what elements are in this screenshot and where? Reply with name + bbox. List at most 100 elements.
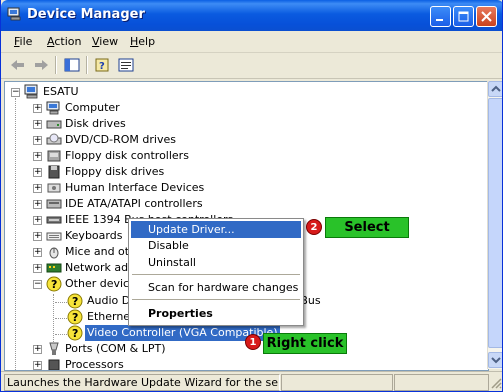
tree-guide-line — [53, 294, 54, 342]
window-title: Device Manager — [27, 7, 145, 22]
expand-toggle-icon[interactable]: + — [33, 168, 42, 177]
menu-item-label: Scan for hardware changes — [148, 281, 299, 294]
status-bar: Launches the Hardware Update Wizard for … — [1, 371, 502, 391]
show-hide-console-tree-icon[interactable] — [62, 56, 82, 74]
vertical-scrollbar[interactable] — [487, 81, 502, 369]
cdrom-icon — [46, 133, 62, 145]
svg-text:?: ? — [72, 327, 78, 340]
menu-item-update-driver[interactable]: Update Driver... — [131, 221, 301, 238]
menu-help[interactable]: Help — [130, 35, 155, 48]
tree-root-label: ESATU — [43, 85, 79, 98]
warning-device-icon: ? — [67, 309, 83, 325]
forward-arrow-icon[interactable] — [31, 56, 51, 74]
svg-text:?: ? — [72, 295, 78, 308]
menu-separator — [132, 274, 300, 275]
back-arrow-icon[interactable] — [8, 56, 28, 74]
port-icon — [49, 342, 59, 355]
status-cell — [394, 374, 489, 391]
scroll-thumb[interactable] — [488, 98, 502, 348]
expand-toggle-icon[interactable]: + — [33, 345, 42, 354]
tree-item-label: Processors — [65, 358, 124, 371]
tree-item-label: DVD/CD-ROM drives — [65, 133, 176, 146]
processor-icon — [48, 359, 60, 370]
menu-item-label: Update Driver... — [148, 223, 235, 236]
step-2-badge: 2 — [306, 219, 322, 235]
expand-toggle-icon[interactable]: + — [33, 184, 42, 193]
computer-icon — [24, 84, 38, 99]
svg-text:?: ? — [72, 311, 78, 324]
toolbar: ? — [1, 53, 502, 79]
properties-help-icon[interactable]: ? — [93, 56, 113, 74]
expand-toggle-icon[interactable]: + — [33, 248, 42, 257]
step-1-badge: 1 — [245, 334, 261, 350]
expand-toggle-icon[interactable]: + — [33, 104, 42, 113]
menu-bar: File Action View Help — [1, 31, 502, 53]
expand-toggle-icon[interactable]: + — [33, 200, 42, 209]
menu-item-label: Properties — [148, 307, 213, 320]
title-bar[interactable]: Device Manager — [1, 0, 502, 31]
menu-item-label: Disable — [148, 239, 189, 252]
status-text: Launches the Hardware Update Wizard for … — [4, 374, 280, 391]
menu-view[interactable]: View — [92, 35, 118, 48]
keyboard-icon — [46, 232, 62, 241]
warning-device-icon: ? — [67, 293, 83, 309]
expand-toggle-icon[interactable]: + — [33, 264, 42, 273]
menu-item-uninstall[interactable]: Uninstall — [131, 254, 301, 271]
tree-item-label: Human Interface Devices — [65, 181, 205, 194]
expand-toggle-icon[interactable]: + — [33, 216, 42, 225]
maximize-icon — [458, 11, 469, 22]
menu-item-properties[interactable]: Properties — [131, 305, 301, 322]
resize-grip-icon[interactable] — [490, 377, 502, 389]
menu-separator — [132, 299, 300, 300]
expand-toggle-icon[interactable]: + — [33, 232, 42, 241]
collapse-toggle-icon[interactable]: − — [33, 280, 42, 289]
menu-item-scan-hardware[interactable]: Scan for hardware changes — [131, 279, 301, 296]
device-manager-icon — [7, 7, 21, 21]
right-click-callout: Right click — [263, 333, 347, 354]
close-icon — [481, 11, 492, 22]
scroll-up-button[interactable] — [488, 81, 502, 97]
expand-toggle-icon[interactable]: + — [33, 120, 42, 129]
tree-item-label: Floppy disk controllers — [65, 149, 189, 162]
toolbar-separator — [55, 56, 57, 74]
chevron-down-icon — [491, 357, 501, 364]
expand-toggle-icon[interactable]: + — [33, 152, 42, 161]
tree-item-label: Computer — [65, 101, 120, 114]
ide-icon — [46, 199, 62, 209]
chevron-up-icon — [491, 85, 501, 92]
tree-guide-line — [55, 302, 67, 303]
svg-text:?: ? — [51, 278, 57, 291]
other-devices-icon: ? — [46, 276, 62, 292]
collapse-toggle-icon[interactable]: − — [11, 88, 20, 97]
minimize-button[interactable] — [430, 6, 451, 27]
menu-action[interactable]: Action — [47, 35, 81, 48]
ieee1394-icon — [46, 216, 62, 224]
status-cell — [281, 374, 393, 391]
hid-icon — [47, 183, 61, 193]
minimize-icon — [436, 19, 443, 21]
scroll-down-button[interactable] — [488, 352, 502, 368]
floppy-controller-icon — [47, 150, 61, 162]
properties-icon[interactable] — [116, 56, 136, 74]
tree-item-label: IDE ATA/ATAPI controllers — [65, 197, 203, 210]
floppy-icon — [48, 165, 60, 179]
tree-guide-line — [55, 334, 67, 335]
maximize-button[interactable] — [453, 6, 474, 27]
mouse-icon — [49, 247, 59, 259]
computer-icon — [46, 101, 60, 115]
toolbar-separator — [86, 56, 88, 74]
menu-item-disable[interactable]: Disable — [131, 237, 301, 254]
tree-item-label: Ports (COM & LPT) — [65, 342, 166, 355]
tree-guide-line — [55, 318, 67, 319]
expand-toggle-icon[interactable]: + — [33, 361, 42, 370]
expand-toggle-icon[interactable]: + — [33, 136, 42, 145]
disk-drive-icon — [46, 120, 62, 129]
tree-item-label: Keyboards — [65, 229, 123, 242]
svg-text:?: ? — [99, 61, 105, 72]
tree-guide-line — [15, 98, 16, 370]
close-button[interactable] — [476, 6, 497, 27]
device-manager-window: Device Manager File Action View Help ? −… — [0, 0, 503, 392]
menu-item-label: Uninstall — [148, 256, 196, 269]
menu-file[interactable]: File — [14, 35, 32, 48]
warning-device-icon: ? — [67, 325, 83, 341]
